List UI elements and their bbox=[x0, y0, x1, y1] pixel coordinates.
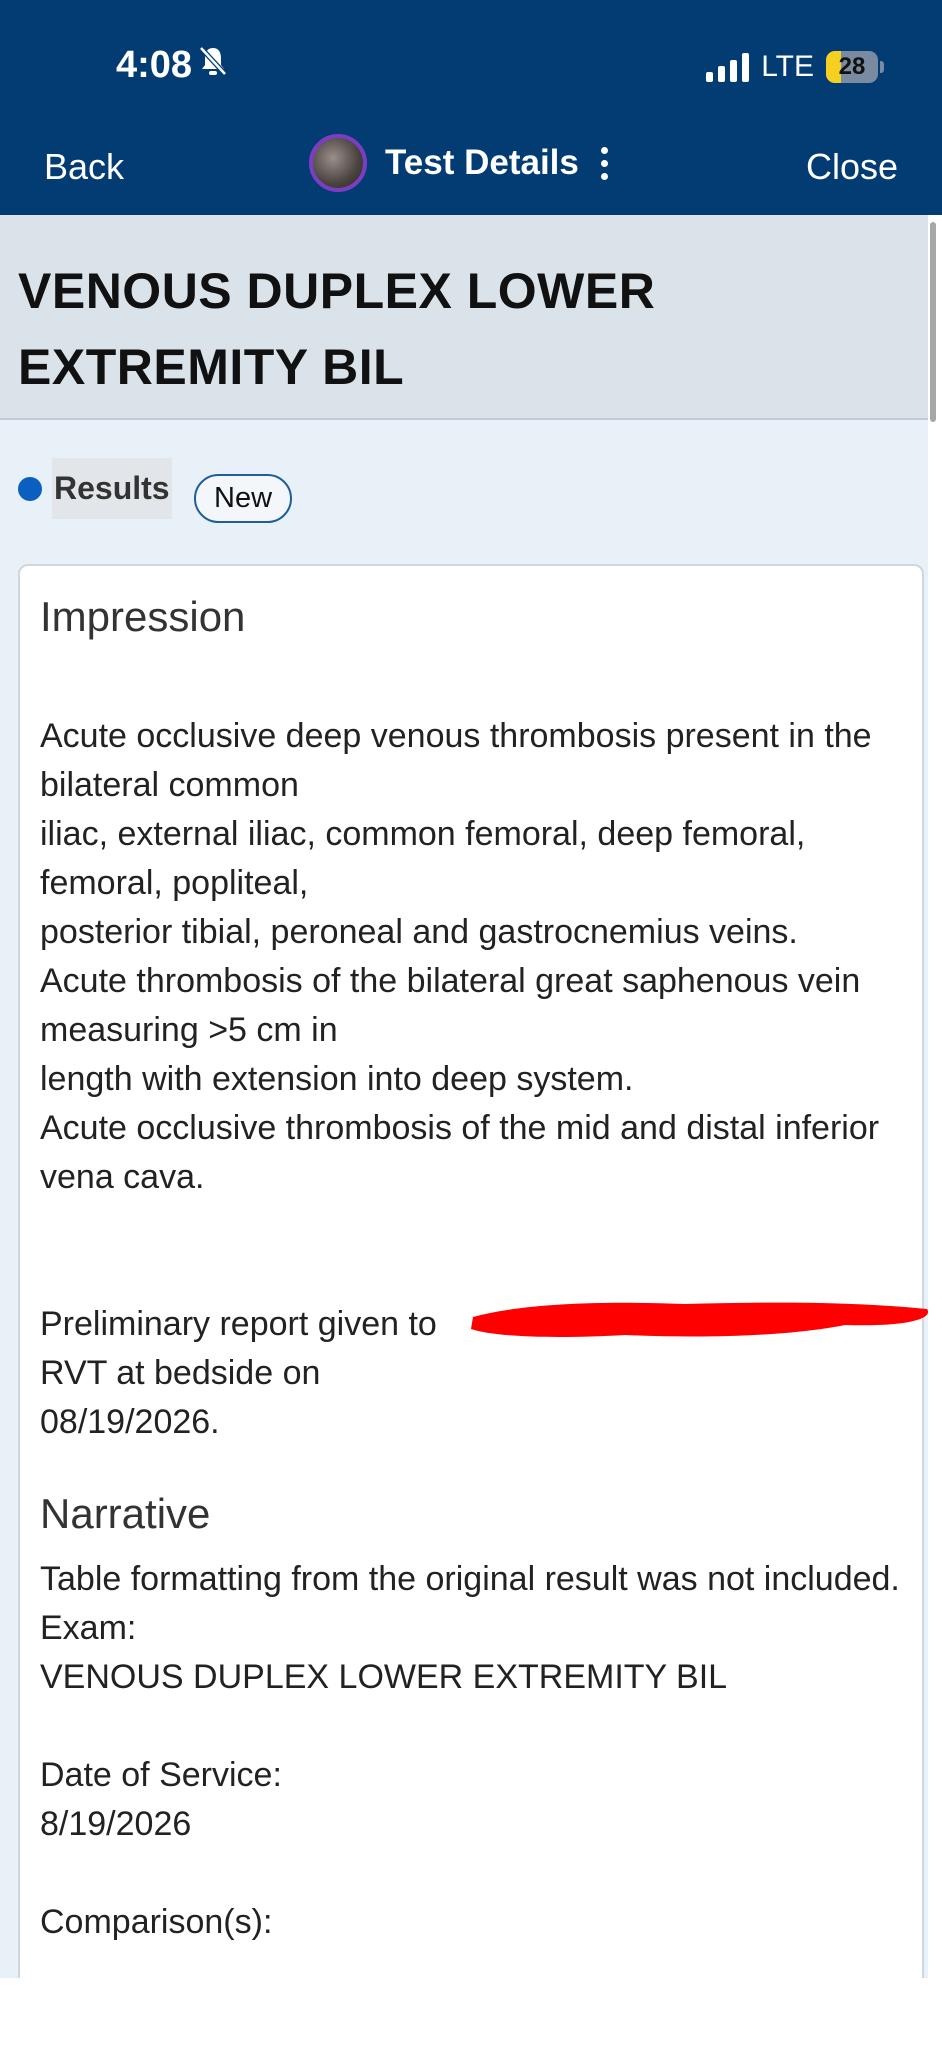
bottom-safe-area bbox=[0, 1978, 942, 2048]
status-indicators: LTE 28 bbox=[706, 50, 884, 84]
results-label: Results bbox=[52, 458, 172, 519]
battery-percent: 28 bbox=[838, 53, 866, 80]
top-bar: 4:08 LTE 28 Back Test Details Close bbox=[0, 0, 942, 215]
title-band: VENOUS DUPLEX LOWER EXTREMITY BIL bbox=[0, 215, 928, 420]
date-of-service-label: Date of Service: bbox=[40, 1756, 282, 1794]
new-badge: New bbox=[194, 474, 293, 523]
back-button[interactable]: Back bbox=[44, 146, 124, 188]
impression-heading: Impression bbox=[40, 593, 246, 640]
bell-slash-icon bbox=[198, 44, 228, 87]
signal-icon bbox=[706, 52, 750, 82]
nav-title: Test Details bbox=[385, 143, 579, 182]
comparison-label: Comparison(s): bbox=[40, 1903, 273, 1941]
narrative-heading: Narrative bbox=[40, 1490, 211, 1537]
status-time: 4:08 bbox=[116, 44, 228, 87]
close-button[interactable]: Close bbox=[806, 146, 898, 188]
results-dot-icon bbox=[18, 476, 42, 501]
page-title: VENOUS DUPLEX LOWER EXTREMITY BIL bbox=[18, 263, 656, 395]
results-section-header: Results bbox=[18, 458, 172, 519]
network-label: LTE bbox=[761, 50, 814, 83]
date-of-service-value: 8/19/2026 bbox=[40, 1805, 192, 1843]
status-time-text: 4:08 bbox=[116, 44, 193, 86]
impression-text: Acute occlusive deep venous thrombosis p… bbox=[40, 717, 880, 1196]
redaction-mark bbox=[471, 1302, 929, 1337]
avatar[interactable] bbox=[309, 134, 367, 192]
result-card: Impression Acute occlusive deep venous t… bbox=[18, 564, 924, 2014]
battery-icon: 28 bbox=[826, 51, 884, 83]
more-options-icon[interactable] bbox=[600, 146, 608, 180]
scrollbar[interactable] bbox=[930, 222, 936, 422]
nav-title-group[interactable]: Test Details bbox=[309, 134, 608, 192]
narrative-text: Table formatting from the original resul… bbox=[40, 1560, 900, 1696]
